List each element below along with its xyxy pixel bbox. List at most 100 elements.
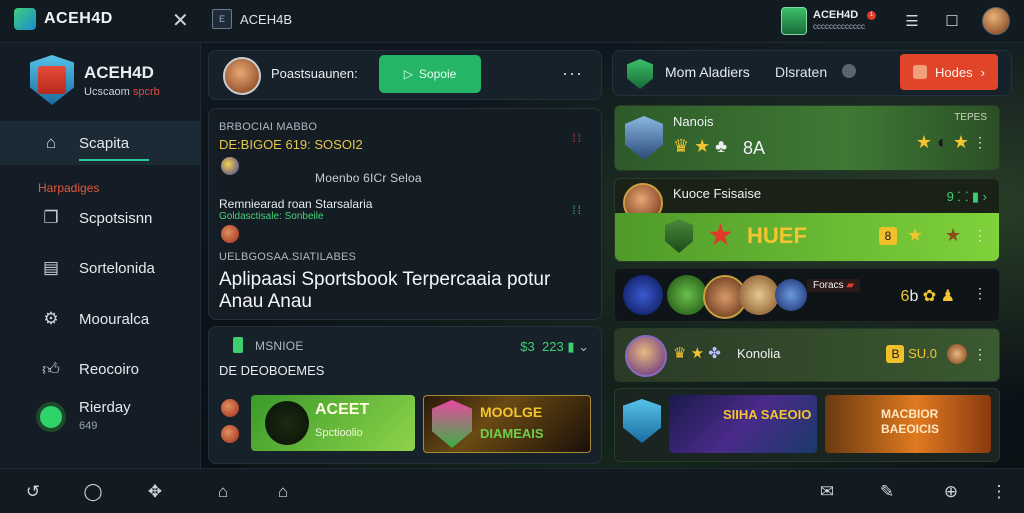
game-tile-subtitle: DIAMEAIS: [480, 426, 544, 441]
row-title: Kuoce Fsisaise: [673, 186, 762, 201]
star-icon: ★ ◐ ★: [915, 132, 969, 152]
sidebar-section-heading: Harpadiges: [38, 181, 100, 195]
primary-action-button[interactable]: ▷ Sopoie: [379, 55, 481, 93]
app-brand-name: ACEH4D: [44, 10, 113, 27]
phone-icon: [233, 337, 243, 353]
user-avatar[interactable]: [223, 57, 261, 95]
sheet-icon: ▤: [42, 258, 60, 277]
player-avatar: [623, 275, 663, 315]
games-heading: DE DEOBOEMES: [219, 363, 325, 378]
chat-icon[interactable]: ◯: [82, 481, 104, 503]
sidebar-item-3[interactable]: ▤ Sortelonida: [0, 246, 200, 290]
game-tile-acet[interactable]: ACEET Spctioolio: [251, 395, 415, 451]
globe-icon[interactable]: ⊕: [940, 481, 962, 503]
sidebar-item-label: Sortelonida: [79, 259, 155, 277]
tab-main[interactable]: E ACEH4B: [212, 9, 292, 29]
top-bar: ACEH4D ✕ E ACEH4B ACEH4D ccccccccccccc 1…: [0, 0, 1024, 43]
app-logo-icon: [14, 8, 36, 30]
account-switcher[interactable]: ACEH4D ccccccccccccc 1: [781, 7, 876, 35]
sidebar: ACEH4D Ucscaom spcrb ⌂ Scapita Harpadige…: [0, 43, 201, 468]
promo-panel: BRBOCIAI MABBO DE:BIGOE 619: SOSOI2 ⁞⁞ M…: [208, 108, 602, 320]
more-options-icon[interactable]: ⋮: [973, 346, 987, 363]
list-item[interactable]: Foracs ▰ 6b ✿ ♟ ⋮: [614, 268, 1000, 322]
sidebar-item-4[interactable]: ⚙ Moouralca: [0, 297, 200, 341]
more-options-icon[interactable]: ···: [562, 63, 583, 84]
star-icon: ★: [945, 225, 962, 245]
house-icon[interactable]: ⌂: [272, 481, 294, 503]
settings-icon: ⚙: [43, 309, 59, 328]
game-tile-title: MOOLGE: [480, 404, 543, 420]
game-tile-siiha[interactable]: SIIHA SAEOIO: [669, 395, 817, 453]
headline: Aplipaasi Sportsbook Terpercaaia potur A…: [219, 269, 551, 312]
window-icon[interactable]: ☐: [942, 11, 962, 31]
copy-icon: ❐: [43, 208, 59, 227]
sidebar-item-home[interactable]: ⌂ Scapita: [0, 121, 200, 165]
list-item[interactable]: ♛ ★ ✤ Konolia B SU.0 ⋮: [614, 328, 1000, 382]
user-name: Poastsuaunen:: [271, 66, 358, 81]
mail-icon[interactable]: ✉: [816, 481, 838, 503]
list-item[interactable]: Kuoce Fsisaise 9 ⸬ ▮ › ★ HUEF 8 ★ ★ ⋮: [614, 178, 1000, 262]
close-icon[interactable]: ✕: [172, 8, 189, 33]
player-avatar: [775, 279, 807, 311]
promo-subtext: Moenbo 6ICr Seloa: [315, 171, 422, 185]
account-name: ACEH4D: [813, 9, 859, 21]
live-indicator-icon: ⁞⁞: [572, 131, 583, 145]
mascot-icon: [913, 65, 928, 79]
right-panel-filter[interactable]: Dlsraten: [775, 64, 827, 80]
sidebar-item-label: Rierday: [79, 399, 131, 416]
help-icon[interactable]: [842, 64, 856, 78]
cta-button[interactable]: Hodes ›: [900, 54, 998, 90]
player-silhouette-icon: [265, 401, 309, 445]
shield-icon: [627, 59, 653, 89]
rating-icons: ♛ ★ ✤: [673, 345, 721, 362]
profile-avatar[interactable]: [982, 7, 1010, 35]
promo-label: BRBOCIAI MABBO: [219, 121, 318, 133]
shield-logo-icon: [30, 55, 74, 105]
home-icon[interactable]: ⌂: [212, 481, 234, 503]
game-tile-mooge[interactable]: MOOLGE DIAMEAIS: [423, 395, 591, 453]
ball-icon: [221, 157, 239, 175]
row-stats: 6b ✿ ♟: [900, 288, 955, 305]
game-tile-title: ACEET: [315, 401, 370, 418]
status-dot-icon: [40, 406, 62, 428]
more-icon[interactable]: ⋮: [988, 481, 1010, 503]
thumbs-up-icon: 👍︎: [42, 359, 60, 379]
games-panel: MSNIOE DE DEOBOEMES $3 223 ▮ ⌄ ACEET Spc…: [208, 326, 602, 464]
chevron-right-icon: ›: [980, 64, 985, 80]
home-icon: ⌂: [45, 133, 57, 152]
right-panel-title: Mom Aladiers: [665, 64, 750, 80]
row-right-label: TEPES: [954, 112, 987, 123]
primary-action-label: Sopoie: [418, 67, 457, 81]
right-panel-header: Mom Aladiers Dlsraten Hodes ›: [612, 50, 1012, 96]
more-options-icon[interactable]: ⋮: [973, 134, 987, 151]
sidebar-brand: ACEH4D Ucscaom spcrb: [30, 55, 160, 105]
more-options-icon[interactable]: ⋮: [973, 285, 987, 302]
sidebar-item-label: Scapita: [79, 134, 130, 152]
account-subtitle: ccccccccccccc: [813, 22, 865, 31]
badge-icon: 8: [879, 227, 897, 245]
star-icon: ★: [907, 225, 924, 245]
ball-icon: [221, 399, 239, 417]
gamepad-icon[interactable]: ✥: [144, 481, 166, 503]
more-options-icon[interactable]: ⋮: [973, 227, 987, 244]
tools-icon[interactable]: ✎: [876, 481, 898, 503]
play-icon: ▷: [403, 67, 413, 81]
menu-icon[interactable]: ☰: [902, 11, 922, 31]
promo-band: ★ HUEF 8 ★ ★ ⋮: [615, 213, 999, 261]
app-brand[interactable]: ACEH4D: [14, 8, 113, 30]
sidebar-title: ACEH4D: [84, 62, 154, 82]
row-right-stats: 9 ⸬ ▮ ›: [946, 189, 987, 204]
sidebar-item-6[interactable]: Rierday 649: [0, 395, 200, 439]
list-item[interactable]: Nanois ♛ ★ ♣ 8A TEPES ★ ◐ ★ ⋮: [614, 105, 1000, 171]
promo-highlight: DE:BIGOE 619: SOSOI2: [219, 137, 363, 152]
sidebar-item-5[interactable]: 👍︎ Reocoiro: [0, 347, 200, 391]
game-tile-title: SIIHA SAEOIO: [723, 407, 812, 422]
sidebar-item-2[interactable]: ❐ Scpotsisnn: [0, 196, 200, 240]
game-tile-macbior[interactable]: MACBIOR BAEOICIS: [825, 395, 991, 453]
sidebar-subtitle: Ucscaom spcrb: [84, 85, 160, 98]
active-indicator: [79, 159, 149, 161]
ball-icon: [221, 225, 239, 243]
row-title: Nanois: [673, 114, 714, 129]
promo-band-text: HUEF: [747, 223, 807, 248]
back-icon[interactable]: ↺: [22, 481, 44, 503]
